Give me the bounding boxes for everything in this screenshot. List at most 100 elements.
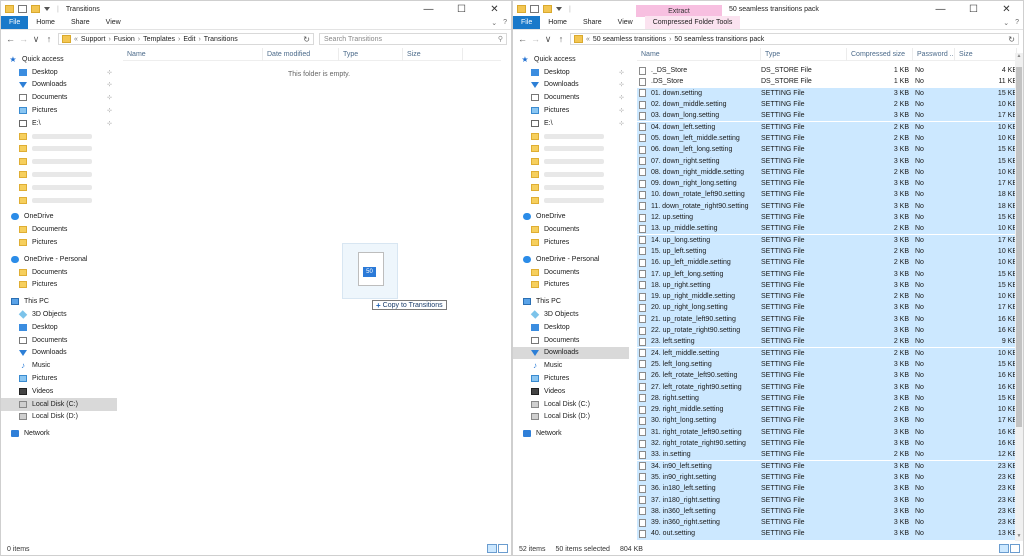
- up-button[interactable]: ↑: [557, 34, 565, 44]
- breadcrumb-fusion[interactable]: Fusion: [114, 36, 135, 43]
- nav-onedrive-pictures[interactable]: Pictures: [1, 236, 117, 249]
- file-row[interactable]: 40. out.setting SETTING File 3 KB No 13 KB: [637, 528, 1023, 540]
- scroll-down-icon[interactable]: ▼: [1016, 533, 1022, 541]
- nav-pinned-folder[interactable]: [513, 194, 629, 207]
- file-row[interactable]: 24. left_middle.setting SETTING File 2 KB N…: [637, 347, 1023, 359]
- breadcrumb-50-seamless-transitions-pack[interactable]: 50 seamless transitions pack: [674, 36, 764, 43]
- maximize-button[interactable]: ☐: [445, 1, 478, 17]
- nav-pc-local-disk-d[interactable]: Local Disk (D:): [513, 411, 629, 424]
- nav-pinned-folder[interactable]: [1, 155, 117, 168]
- file-row[interactable]: 20. up_right_long.setting SETTING File 3 K…: [637, 302, 1023, 314]
- file-row[interactable]: 03. down_long.setting SETTING File 3 KB No 1…: [637, 110, 1023, 122]
- nav-quick-documents[interactable]: Documents ⊹: [513, 91, 629, 104]
- nav-onedrive-personal-pictures[interactable]: Pictures: [513, 279, 629, 292]
- file-row[interactable]: 33. in.setting SETTING File 2 KB No 12 KB: [637, 449, 1023, 461]
- file-row[interactable]: 36. in180_left.setting SETTING File 3 KB No…: [637, 483, 1023, 495]
- nav-quick-desktop[interactable]: Desktop ⊹: [1, 66, 117, 79]
- nav-pc-local-disk-d[interactable]: Local Disk (D:): [1, 411, 117, 424]
- scroll-up-icon[interactable]: ▲: [1016, 53, 1022, 61]
- nav-pc-videos[interactable]: Videos: [513, 385, 629, 398]
- column-size[interactable]: Size: [403, 47, 463, 61]
- nav-pinned-folder[interactable]: [1, 181, 117, 194]
- properties-icon[interactable]: [530, 5, 539, 13]
- nav-pc-documents[interactable]: Documents: [513, 334, 629, 347]
- forward-button[interactable]: →: [531, 34, 540, 44]
- tab-home[interactable]: Home: [540, 16, 575, 29]
- nav-pinned-folder[interactable]: [513, 143, 629, 156]
- file-row[interactable]: ._DS_Store DS_STORE File 1 KB No 4 KB: [637, 65, 1023, 76]
- column-size[interactable]: Size: [955, 47, 1017, 61]
- up-button[interactable]: ↑: [45, 34, 53, 44]
- back-button[interactable]: ←: [6, 34, 15, 44]
- nav-pc-3d-objects[interactable]: 3D Objects: [1, 308, 117, 321]
- close-button[interactable]: ✕: [990, 1, 1023, 17]
- nav-onedrive[interactable]: OneDrive: [513, 211, 629, 224]
- pin-icon[interactable]: ⊹: [107, 94, 112, 101]
- file-row[interactable]: 30. right_long.setting SETTING File 3 KB No…: [637, 415, 1023, 427]
- column-name[interactable]: Name: [637, 47, 761, 61]
- nav-pc-local-disk-c[interactable]: Local Disk (C:): [1, 397, 117, 411]
- file-row[interactable]: 10. down_rotate_left90.setting SETTING Fi…: [637, 189, 1023, 201]
- tab-home[interactable]: Home: [28, 16, 63, 29]
- breadcrumb-support[interactable]: Support: [81, 36, 106, 43]
- file-row[interactable]: 25. left_long.setting SETTING File 3 KB No 1…: [637, 358, 1023, 371]
- nav-onedrive-personal-documents[interactable]: Documents: [1, 266, 117, 279]
- file-row[interactable]: 26. left_rotate_left90.setting SETTING Fi…: [637, 370, 1023, 382]
- properties-icon[interactable]: [18, 5, 27, 13]
- breadcrumb-50-seamless-transitions[interactable]: 50 seamless transitions: [593, 36, 666, 43]
- file-row[interactable]: 34. in90_left.setting SETTING File 3 KB No 2…: [637, 460, 1023, 472]
- nav-onedrive-personal[interactable]: OneDrive - Personal: [1, 253, 117, 266]
- nav-onedrive-documents[interactable]: Documents: [513, 223, 629, 236]
- file-row[interactable]: 27. left_rotate_right90.setting SETTING F…: [637, 381, 1023, 393]
- pin-icon[interactable]: ⊹: [619, 107, 624, 114]
- file-row[interactable]: 32. right_rotate_right90.setting SETTING …: [637, 437, 1023, 450]
- chevron-down-icon[interactable]: ⌄: [1003, 19, 1009, 27]
- file-row[interactable]: 22. up_rotate_right90.setting SETTING Fil…: [637, 324, 1023, 337]
- file-row[interactable]: 05. down_left_middle.setting SETTING File…: [637, 132, 1023, 145]
- file-row[interactable]: 16. up_left_middle.setting SETTING File 2 …: [637, 257, 1023, 269]
- nav-pc-music[interactable]: ♪ Music: [1, 359, 117, 372]
- tab-file[interactable]: File: [513, 16, 541, 29]
- file-row[interactable]: 28. right.setting SETTING File 3 KB No 15 KB: [637, 392, 1023, 404]
- pin-icon[interactable]: ⊹: [107, 107, 112, 114]
- refresh-icon[interactable]: ↻: [1008, 35, 1018, 44]
- nav-pc-desktop[interactable]: Desktop: [513, 321, 629, 334]
- file-row[interactable]: 07. down_right.setting SETTING File 3 KB No…: [637, 155, 1023, 167]
- pin-icon[interactable]: ⊹: [107, 69, 112, 76]
- nav-onedrive-pictures[interactable]: Pictures: [513, 236, 629, 249]
- column-type[interactable]: Type: [339, 47, 403, 61]
- nav-onedrive-documents[interactable]: Documents: [1, 223, 117, 236]
- search-input[interactable]: Search Transitions ⚲: [319, 33, 507, 45]
- refresh-icon[interactable]: ↻: [303, 35, 313, 44]
- file-row[interactable]: 39. in360_right.setting SETTING File 3 KB N…: [637, 517, 1023, 529]
- file-row[interactable]: 09. down_right_long.setting SETTING File 3…: [637, 178, 1023, 190]
- file-row[interactable]: 19. up_right_middle.setting SETTING File 2…: [637, 291, 1023, 303]
- pin-icon[interactable]: ⊹: [619, 94, 624, 101]
- file-row[interactable]: 02. down_middle.setting SETTING File 2 KB N…: [637, 98, 1023, 111]
- forward-button[interactable]: →: [19, 34, 28, 44]
- nav-quick-downloads[interactable]: Downloads ⊹: [1, 79, 117, 92]
- new-folder-icon[interactable]: [543, 5, 552, 13]
- column-type[interactable]: Type: [761, 47, 847, 61]
- pin-icon[interactable]: ⊹: [619, 120, 624, 127]
- nav-network[interactable]: Network: [513, 427, 629, 440]
- tab-view[interactable]: View: [610, 16, 641, 29]
- nav-pc-pictures[interactable]: Pictures: [1, 372, 117, 385]
- file-row[interactable]: 35. in90_right.setting SETTING File 3 KB No…: [637, 471, 1023, 484]
- breadcrumb-templates[interactable]: Templates: [143, 36, 175, 43]
- nav-quick-pictures[interactable]: Pictures ⊹: [1, 104, 117, 117]
- recent-locations-button[interactable]: ∨: [32, 34, 40, 45]
- minimize-button[interactable]: —: [412, 1, 445, 17]
- back-button[interactable]: ←: [518, 34, 527, 44]
- nav-pc-downloads[interactable]: Downloads: [1, 347, 117, 360]
- nav-onedrive-personal-documents[interactable]: Documents: [513, 266, 629, 279]
- nav-pinned-folder[interactable]: [1, 194, 117, 207]
- nav-pinned-folder[interactable]: [513, 155, 629, 168]
- pin-icon[interactable]: ⊹: [107, 81, 112, 88]
- nav-quick-e-drive[interactable]: E:\ ⊹: [1, 117, 117, 130]
- chevron-down-icon[interactable]: [556, 7, 562, 11]
- nav-pc-local-disk-c[interactable]: Local Disk (C:): [513, 398, 629, 411]
- column-date-modified[interactable]: Date modified: [263, 47, 339, 61]
- nav-network[interactable]: Network: [1, 427, 117, 440]
- help-icon[interactable]: ?: [1015, 19, 1019, 27]
